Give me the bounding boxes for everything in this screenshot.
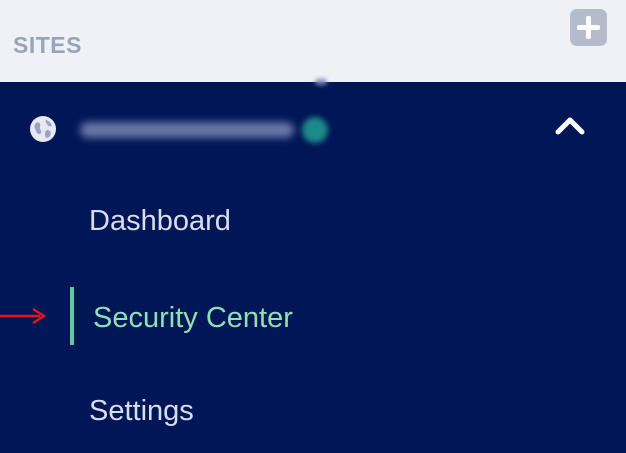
site-status-dot xyxy=(302,117,328,143)
nav-item-label: Security Center xyxy=(93,302,293,334)
sites-title: SITES xyxy=(13,32,82,58)
nav-item-dashboard[interactable]: Dashboard xyxy=(0,190,626,250)
globe-icon xyxy=(30,116,56,142)
chevron-up-icon[interactable] xyxy=(553,112,587,138)
nav-item-label: Settings xyxy=(89,395,194,427)
site-name-redacted xyxy=(80,122,294,138)
nav-item-label: Dashboard xyxy=(89,205,231,237)
add-site-button[interactable] xyxy=(570,9,607,46)
site-row[interactable] xyxy=(0,79,626,174)
sites-header: SITES xyxy=(0,0,626,82)
active-indicator xyxy=(70,287,74,345)
nav-item-settings[interactable]: Settings xyxy=(0,380,626,440)
red-arrow-annotation xyxy=(0,307,47,325)
nav-item-security-center[interactable]: Security Center xyxy=(0,287,626,347)
blurred-fragment xyxy=(315,79,327,85)
